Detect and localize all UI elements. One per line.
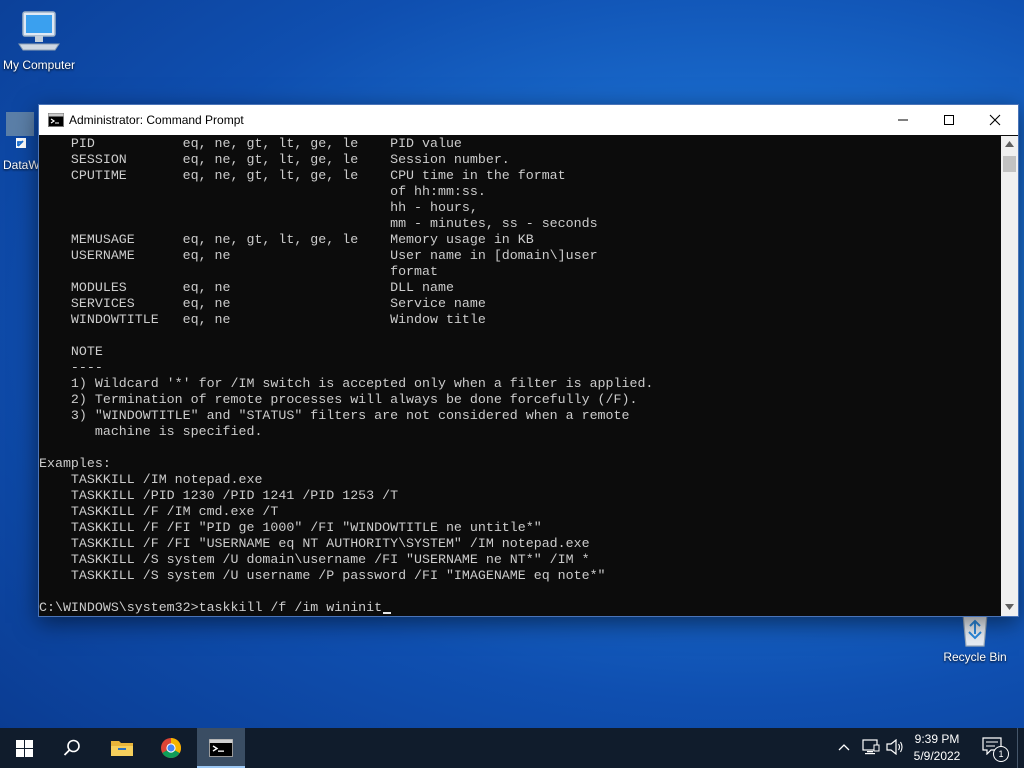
console-line: PID eq, ne, gt, lt, ge, le PID value — [39, 136, 462, 151]
console-line: MEMUSAGE eq, ne, gt, lt, ge, le Memory u… — [39, 232, 534, 247]
cmd-icon — [209, 739, 233, 757]
desktop-icon-my-computer[interactable]: My Computer — [0, 8, 81, 72]
desktop-icon-recycle-bin[interactable]: Recycle Bin — [933, 610, 1017, 664]
close-button[interactable] — [972, 105, 1018, 135]
cmd-icon — [48, 113, 64, 127]
desktop-icon-label: DataW — [3, 158, 38, 172]
console-line: SESSION eq, ne, gt, lt, ge, le Session n… — [39, 152, 510, 167]
maximize-button[interactable] — [926, 105, 972, 135]
prompt-path: C:\WINDOWS\system32> — [39, 600, 199, 615]
console-line: SERVICES eq, ne Service name — [39, 296, 486, 311]
clock[interactable]: 9:39 PM 5/9/2022 — [905, 731, 969, 765]
command-prompt-window[interactable]: Administrator: Command Prompt PID eq, ne… — [38, 104, 1019, 617]
console-line: ---- — [39, 360, 103, 375]
folder-icon — [111, 741, 133, 756]
console-output[interactable]: PID eq, ne, gt, lt, ge, le PID value SES… — [39, 136, 1001, 616]
shortcut-icon — [6, 112, 34, 148]
desktop-icon-dataw[interactable]: DataW — [2, 108, 38, 172]
console-line: machine is specified. — [39, 424, 263, 439]
search-button[interactable] — [48, 728, 96, 768]
file-explorer-button[interactable] — [98, 728, 146, 768]
close-icon — [989, 114, 1001, 126]
vertical-scrollbar[interactable] — [1001, 136, 1018, 616]
network-icon — [862, 739, 880, 755]
volume-icon — [886, 738, 903, 756]
minimize-button[interactable] — [880, 105, 926, 135]
console-line: WINDOWTITLE eq, ne Window title — [39, 312, 486, 327]
chevron-up-icon — [838, 744, 850, 751]
window-title: Administrator: Command Prompt — [69, 113, 244, 127]
console-line: TASKKILL /S system /U username /P passwo… — [39, 568, 606, 583]
clock-time: 9:39 PM — [914, 732, 960, 746]
text-cursor — [383, 612, 392, 614]
desktop-icon-label: Recycle Bin — [943, 650, 1007, 664]
taskbar: 9:39 PM 5/9/2022 1 — [0, 728, 1024, 768]
scroll-thumb[interactable] — [1003, 156, 1016, 172]
console-line: format — [39, 264, 438, 279]
console-line: 2) Termination of remote processes will … — [39, 392, 638, 407]
title-bar[interactable]: Administrator: Command Prompt — [39, 105, 1018, 135]
console-line: MODULES eq, ne DLL name — [39, 280, 454, 295]
clock-date: 5/9/2022 — [913, 749, 961, 763]
console-line: 1) Wildcard '*' for /IM switch is accept… — [39, 376, 654, 391]
command-input[interactable]: taskkill /f /im wininit — [199, 600, 383, 615]
command-prompt-taskbar-button[interactable] — [197, 728, 245, 768]
scroll-up-button[interactable] — [1001, 136, 1018, 153]
console-line: NOTE — [39, 344, 103, 359]
windows-logo-icon — [16, 740, 33, 757]
volume-button[interactable] — [886, 738, 904, 760]
computer-icon — [18, 11, 60, 51]
chevron-up-icon — [1005, 141, 1014, 147]
console-line: CPUTIME eq, ne, gt, lt, ge, le CPU time … — [39, 168, 566, 183]
network-button[interactable] — [862, 739, 880, 760]
console-line: TASKKILL /F /FI "USERNAME eq NT AUTHORIT… — [39, 536, 590, 551]
show-hidden-icons-button[interactable] — [838, 740, 850, 758]
console-line: TASKKILL /F /FI "PID ge 1000" /FI "WINDO… — [39, 520, 542, 535]
console-line: mm - minutes, ss - seconds — [39, 216, 598, 231]
console-line: TASKKILL /S system /U domain\username /F… — [39, 552, 590, 567]
search-icon — [63, 739, 80, 756]
console-line: TASKKILL /F /IM cmd.exe /T — [39, 504, 279, 519]
desktop-icon-label: My Computer — [2, 58, 76, 72]
minimize-icon — [898, 119, 908, 121]
notification-count-badge: 1 — [993, 746, 1009, 762]
start-button[interactable] — [0, 728, 48, 768]
console-line: TASKKILL /IM notepad.exe — [39, 472, 263, 487]
maximize-icon — [944, 115, 954, 125]
console-text: PID eq, ne, gt, lt, ge, le PID value SES… — [39, 136, 1001, 600]
console-line: USERNAME eq, ne User name in [domain\]us… — [39, 248, 598, 263]
action-center-button[interactable]: 1 — [978, 736, 1010, 762]
show-desktop-button[interactable] — [1017, 728, 1024, 768]
scroll-down-button[interactable] — [1001, 599, 1018, 616]
chevron-down-icon — [1005, 604, 1014, 610]
chrome-icon — [161, 738, 181, 758]
console-line: hh - hours, — [39, 200, 478, 215]
console-line: of hh:mm:ss. — [39, 184, 486, 199]
console-line: Examples: — [39, 456, 111, 471]
chrome-button[interactable] — [148, 728, 196, 768]
command-line[interactable]: C:\WINDOWS\system32>taskkill /f /im wini… — [39, 600, 1001, 616]
console-line: 3) "WINDOWTITLE" and "STATUS" filters ar… — [39, 408, 630, 423]
console-line: TASKKILL /PID 1230 /PID 1241 /PID 1253 /… — [39, 488, 399, 503]
